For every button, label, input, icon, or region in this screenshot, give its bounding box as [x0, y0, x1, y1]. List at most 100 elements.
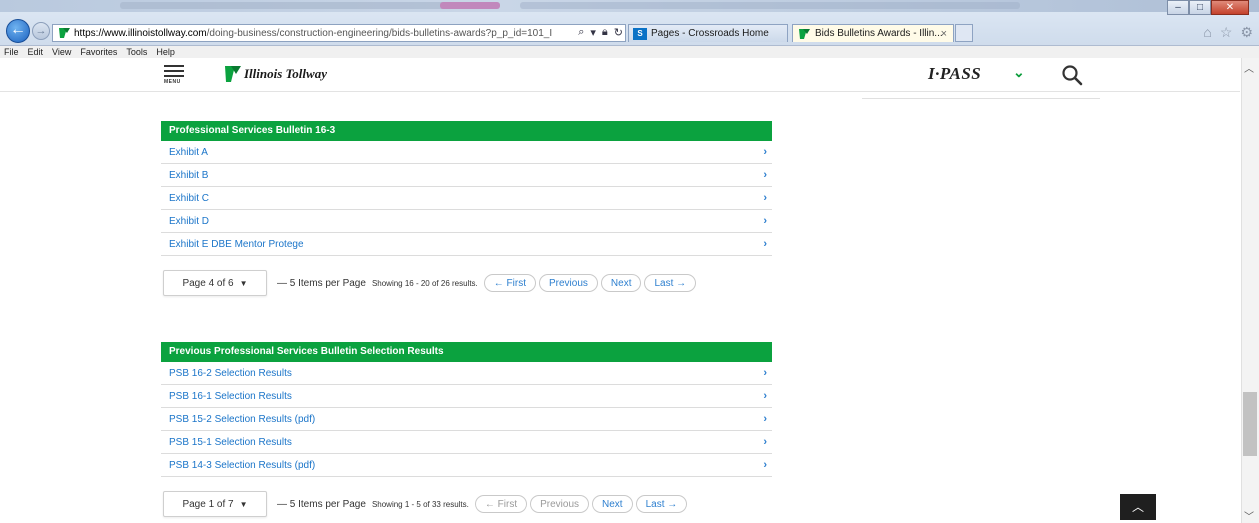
- scroll-up-icon[interactable]: ︿: [1244, 60, 1254, 75]
- page-select-label: Page 4 of 6: [182, 277, 234, 289]
- minimize-button[interactable]: –: [1167, 0, 1189, 15]
- url-path: /doing-business/construction-engineering…: [206, 27, 553, 39]
- items-per-page-label: — 5 Items per Page: [277, 277, 366, 289]
- next-page-button[interactable]: Next: [600, 274, 642, 292]
- logo-text: Illinois Tollway: [244, 66, 327, 81]
- lock-icon[interactable]: 🔒︎: [602, 26, 608, 39]
- forward-button[interactable]: →: [32, 22, 50, 40]
- menu-help[interactable]: Help: [156, 47, 175, 57]
- page-select-label: Page 1 of 7: [182, 498, 234, 510]
- last-page-button[interactable]: Last →: [644, 274, 697, 292]
- search-icon[interactable]: [1060, 63, 1084, 87]
- back-button[interactable]: ←: [6, 19, 30, 43]
- chevron-right-icon: ›: [763, 459, 767, 471]
- chevron-up-icon: ︿: [1131, 500, 1144, 514]
- list-item[interactable]: Exhibit C ›: [161, 187, 772, 210]
- list-item-label: PSB 16-2 Selection Results: [169, 368, 292, 379]
- list-item[interactable]: Exhibit A ›: [161, 141, 772, 164]
- list-item-label: Exhibit C: [169, 193, 210, 204]
- caret-down-icon: ▼: [239, 278, 248, 288]
- list-item[interactable]: PSB 15-2 Selection Results (pdf) ›: [161, 408, 772, 431]
- sidebar-divider: [862, 98, 1100, 99]
- scroll-down-icon[interactable]: ﹀: [1244, 508, 1254, 523]
- site-header: MENU Illinois Tollway I·PASS ⌄: [0, 58, 1240, 92]
- previous-page-button[interactable]: Previous: [530, 495, 590, 513]
- chevron-right-icon: ›: [763, 215, 767, 227]
- scrollbar-thumb[interactable]: [1243, 392, 1257, 456]
- page-select[interactable]: Page 4 of 6 ▼: [163, 270, 267, 296]
- chevron-down-icon[interactable]: ⌄: [1013, 64, 1025, 81]
- list-item-label: Exhibit A: [169, 147, 208, 158]
- favorites-star-icon[interactable]: ☆: [1220, 24, 1233, 41]
- close-window-button[interactable]: ✕: [1211, 0, 1249, 15]
- tab-bids-bulletins[interactable]: Bids Bulletins Awards - Illin... ×: [792, 24, 954, 42]
- selection-results-title: Previous Professional Services Bulletin …: [161, 342, 772, 362]
- first-page-button[interactable]: ← First: [483, 274, 536, 292]
- bulletin-title: Professional Services Bulletin 16-3: [161, 121, 772, 141]
- menu-bar: File Edit View Favorites Tools Help: [0, 46, 1259, 58]
- selection-results-table: Previous Professional Services Bulletin …: [161, 342, 772, 477]
- next-page-button[interactable]: Next: [592, 495, 633, 513]
- menu-tools[interactable]: Tools: [126, 47, 147, 57]
- chevron-right-icon: ›: [763, 390, 767, 402]
- home-icon[interactable]: ⌂: [1203, 24, 1211, 41]
- list-item[interactable]: PSB 15-1 Selection Results ›: [161, 431, 772, 454]
- last-page-button[interactable]: Last →: [635, 495, 688, 513]
- dropdown-icon[interactable]: ▾: [590, 26, 596, 39]
- settings-gear-icon[interactable]: ⚙: [1240, 24, 1253, 41]
- menu-view[interactable]: View: [52, 47, 71, 57]
- list-item[interactable]: Exhibit D ›: [161, 210, 772, 233]
- window-title-bar: – □ ✕: [0, 0, 1259, 15]
- list-item-label: Exhibit D: [169, 216, 210, 227]
- menu-label: MENU: [164, 79, 181, 85]
- list-item-label: PSB 15-1 Selection Results: [169, 437, 292, 448]
- menu-button[interactable]: MENU: [164, 65, 184, 85]
- tollway-favicon-icon: [797, 28, 811, 40]
- list-item[interactable]: Exhibit E DBE Mentor Protege ›: [161, 233, 772, 256]
- results-summary: Showing 1 - 5 of 33 results.: [371, 499, 469, 509]
- caret-down-icon: ▼: [239, 499, 248, 509]
- items-per-page-label: — 5 Items per Page: [277, 498, 366, 510]
- list-item-label: PSB 14-3 Selection Results (pdf): [169, 460, 316, 471]
- results-summary: Showing 16 - 20 of 26 results.: [371, 278, 478, 288]
- hamburger-icon: [164, 65, 184, 67]
- url-domain: https://www.illinoistollway.com: [74, 27, 207, 39]
- previous-page-button[interactable]: Previous: [539, 274, 598, 292]
- list-item[interactable]: PSB 16-1 Selection Results ›: [161, 385, 772, 408]
- sharepoint-icon: S: [633, 27, 647, 40]
- tab-crossroads[interactable]: S Pages - Crossroads Home: [628, 24, 788, 42]
- list-item[interactable]: PSB 16-2 Selection Results ›: [161, 362, 772, 385]
- chevron-right-icon: ›: [763, 413, 767, 425]
- tollway-logo-icon: [222, 65, 242, 83]
- maximize-button[interactable]: □: [1189, 0, 1211, 15]
- list-item[interactable]: PSB 14-3 Selection Results (pdf) ›: [161, 454, 772, 477]
- search-icon[interactable]: ⌕: [578, 26, 584, 39]
- refresh-icon[interactable]: ↻: [614, 26, 623, 39]
- new-tab-button[interactable]: [955, 24, 973, 42]
- chevron-right-icon: ›: [763, 192, 767, 204]
- site-logo[interactable]: Illinois Tollway: [222, 65, 327, 83]
- window-controls: – □ ✕: [1167, 0, 1249, 15]
- ipass-link[interactable]: I·PASS: [928, 64, 981, 84]
- address-bar[interactable]: https://www.illinoistollway.com /doing-b…: [52, 24, 626, 42]
- chevron-right-icon: ›: [763, 146, 767, 158]
- site-favicon-icon: [57, 27, 71, 39]
- list-item[interactable]: Exhibit B ›: [161, 164, 772, 187]
- menu-file[interactable]: File: [4, 47, 19, 57]
- page-select[interactable]: Page 1 of 7 ▼: [163, 491, 267, 517]
- results-pager: Page 1 of 7 ▼ — 5 Items per Page Showing…: [163, 491, 688, 517]
- chevron-right-icon: ›: [763, 436, 767, 448]
- menu-favorites[interactable]: Favorites: [80, 47, 117, 57]
- tab-label: Pages - Crossroads Home: [651, 28, 769, 39]
- back-to-top-button[interactable]: ︿: [1120, 494, 1156, 520]
- browser-chrome: – □ ✕ ← → https://www.illinoistollway.co…: [0, 0, 1259, 46]
- bulletin-pager: Page 4 of 6 ▼ — 5 Items per Page Showing…: [163, 270, 697, 296]
- list-item-label: PSB 16-1 Selection Results: [169, 391, 292, 402]
- chevron-right-icon: ›: [763, 169, 767, 181]
- chevron-right-icon: ›: [763, 367, 767, 379]
- list-item-label: Exhibit B: [169, 170, 209, 181]
- list-item-label: Exhibit E DBE Mentor Protege: [169, 239, 304, 250]
- first-page-button[interactable]: ← First: [474, 495, 528, 513]
- menu-edit[interactable]: Edit: [28, 47, 44, 57]
- tab-close-icon[interactable]: ×: [941, 28, 947, 40]
